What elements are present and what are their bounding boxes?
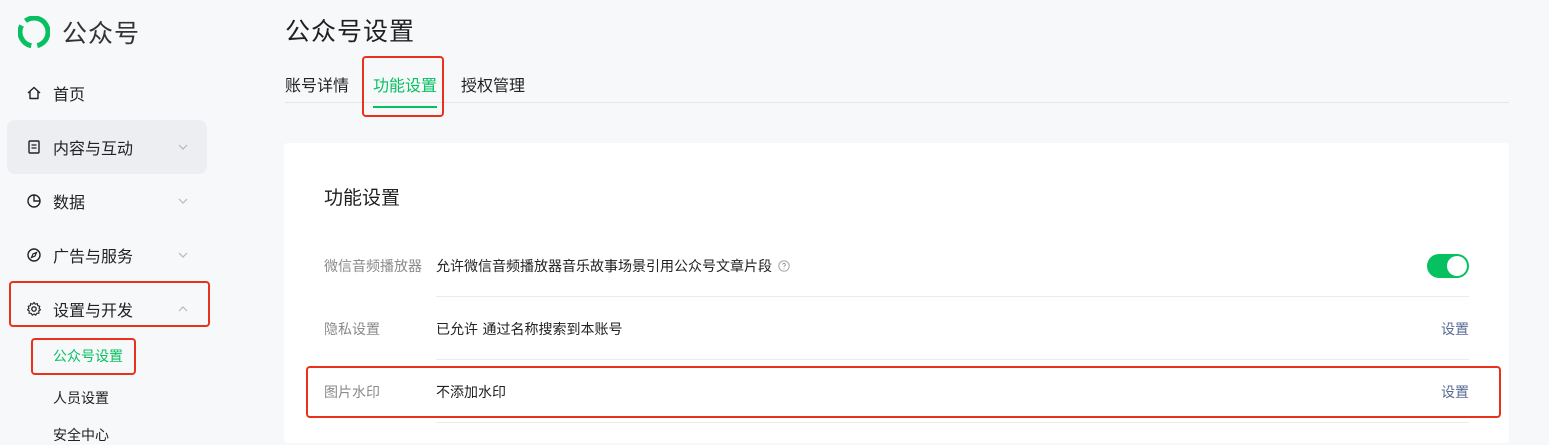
sidebar-item-label: 设置与开发 (53, 301, 134, 320)
row-divider (436, 422, 1469, 423)
chevron-down-icon (177, 195, 189, 207)
sidebar-subitem-security-center[interactable]: 安全中心 (53, 425, 109, 445)
setting-value-text: 已允许 通过名称搜索到本账号 (436, 322, 623, 338)
sidebar-item-label: 首页 (53, 85, 86, 104)
brand-name: 公众号 (62, 19, 141, 48)
page-title: 公众号设置 (285, 17, 416, 46)
sidebar-item-data[interactable]: 数据 (7, 174, 207, 228)
toggle-knob (1447, 256, 1467, 276)
setting-value: 允许微信音频播放器音乐故事场景引用公众号文章片段 (436, 256, 790, 276)
pie-chart-icon (25, 192, 43, 210)
setting-row-audio-player: 微信音频播放器 允许微信音频播放器音乐故事场景引用公众号文章片段 (324, 235, 1469, 297)
sidebar: 公众号 首页 内容与互动 数据 广告与服务 设置与开发 公众号设置 人员设置 安… (0, 0, 220, 444)
chevron-down-icon (177, 141, 189, 153)
home-icon (25, 84, 43, 102)
sidebar-subitem-member-settings[interactable]: 人员设置 (53, 388, 109, 408)
help-icon[interactable] (778, 260, 790, 272)
tab-function-settings[interactable]: 功能设置 (373, 72, 438, 108)
setting-row-watermark: 图片水印 不添加水印 设置 (324, 361, 1469, 423)
compass-icon (25, 246, 43, 264)
card-title: 功能设置 (324, 187, 401, 209)
sidebar-item-label: 内容与互动 (53, 139, 134, 158)
sidebar-item-content[interactable]: 内容与互动 (7, 120, 207, 174)
row-divider (436, 359, 1469, 360)
gear-icon (25, 300, 43, 318)
setting-label: 微信音频播放器 (324, 259, 422, 275)
privacy-settings-link[interactable]: 设置 (1441, 319, 1469, 339)
sidebar-item-ads[interactable]: 广告与服务 (7, 228, 207, 282)
audio-player-toggle[interactable] (1427, 254, 1469, 278)
watermark-settings-link[interactable]: 设置 (1441, 382, 1469, 402)
setting-row-privacy: 隐私设置 已允许 通过名称搜索到本账号 设置 (324, 298, 1469, 360)
setting-label: 隐私设置 (324, 322, 380, 338)
sidebar-item-label: 广告与服务 (53, 247, 134, 266)
chevron-up-icon (177, 303, 189, 315)
tab-account-details[interactable]: 账号详情 (285, 72, 349, 106)
sidebar-item-home[interactable]: 首页 (7, 66, 207, 120)
brand-logo[interactable]: 公众号 (18, 14, 140, 50)
function-settings-card: 功能设置 微信音频播放器 允许微信音频播放器音乐故事场景引用公众号文章片段 隐私… (284, 143, 1509, 443)
document-icon (25, 138, 43, 156)
row-divider (436, 296, 1469, 297)
sidebar-item-settings[interactable]: 设置与开发 (7, 282, 207, 336)
setting-value-text: 允许微信音频播放器音乐故事场景引用公众号文章片段 (436, 259, 772, 275)
setting-label: 图片水印 (324, 385, 380, 401)
tab-bar: 账号详情 功能设置 授权管理 (285, 60, 1509, 108)
tab-authorization-management[interactable]: 授权管理 (461, 72, 525, 106)
wechat-official-account-logo-icon (18, 16, 50, 48)
setting-value-text: 不添加水印 (436, 385, 506, 401)
chevron-down-icon (177, 249, 189, 261)
sidebar-subitem-account-settings[interactable]: 公众号设置 (53, 346, 123, 366)
sidebar-item-label: 数据 (53, 193, 86, 212)
